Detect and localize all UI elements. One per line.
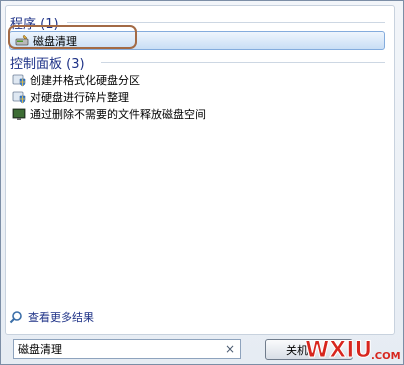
result-item-defragment[interactable]: 对硬盘进行碎片整理 bbox=[12, 88, 129, 106]
see-more-results-link[interactable]: 查看更多结果 bbox=[9, 309, 94, 325]
search-box[interactable]: × bbox=[13, 339, 241, 359]
control-panel-shield-icon bbox=[12, 91, 26, 104]
result-label: 通过删除不需要的文件释放磁盘空间 bbox=[30, 108, 206, 121]
result-item-create-format-partitions[interactable]: 创建并格式化硬盘分区 bbox=[12, 71, 140, 89]
group-header-control-panel: 控制面板 (3) bbox=[10, 57, 85, 72]
search-input[interactable] bbox=[18, 342, 218, 356]
result-label: 对硬盘进行碎片整理 bbox=[30, 91, 129, 104]
disk-cleanup-icon bbox=[15, 34, 29, 45]
result-label: 创建并格式化硬盘分区 bbox=[30, 74, 140, 87]
see-more-label: 查看更多结果 bbox=[28, 311, 94, 324]
group-divider bbox=[101, 62, 385, 63]
result-label: 磁盘清理 bbox=[33, 34, 77, 48]
result-item-disk-cleanup[interactable]: 磁盘清理 bbox=[9, 31, 385, 50]
svg-text:WXIU: WXIU bbox=[305, 338, 372, 363]
group-header-programs: 程序 (1) bbox=[10, 17, 59, 32]
clear-search-icon[interactable]: × bbox=[225, 342, 235, 356]
group-divider bbox=[67, 22, 385, 23]
watermark-logo: WXIU .COM bbox=[305, 338, 401, 364]
svg-text:.COM: .COM bbox=[371, 351, 401, 362]
control-panel-monitor-icon bbox=[12, 108, 26, 120]
control-panel-shield-icon bbox=[12, 74, 26, 87]
result-item-free-disk-space[interactable]: 通过删除不需要的文件释放磁盘空间 bbox=[12, 105, 206, 123]
start-menu-search-results: 程序 (1) 磁盘清理 控制面板 (3) 创建并格式化硬盘分区 对硬盘进行碎片整… bbox=[0, 0, 404, 365]
search-icon bbox=[9, 311, 22, 324]
